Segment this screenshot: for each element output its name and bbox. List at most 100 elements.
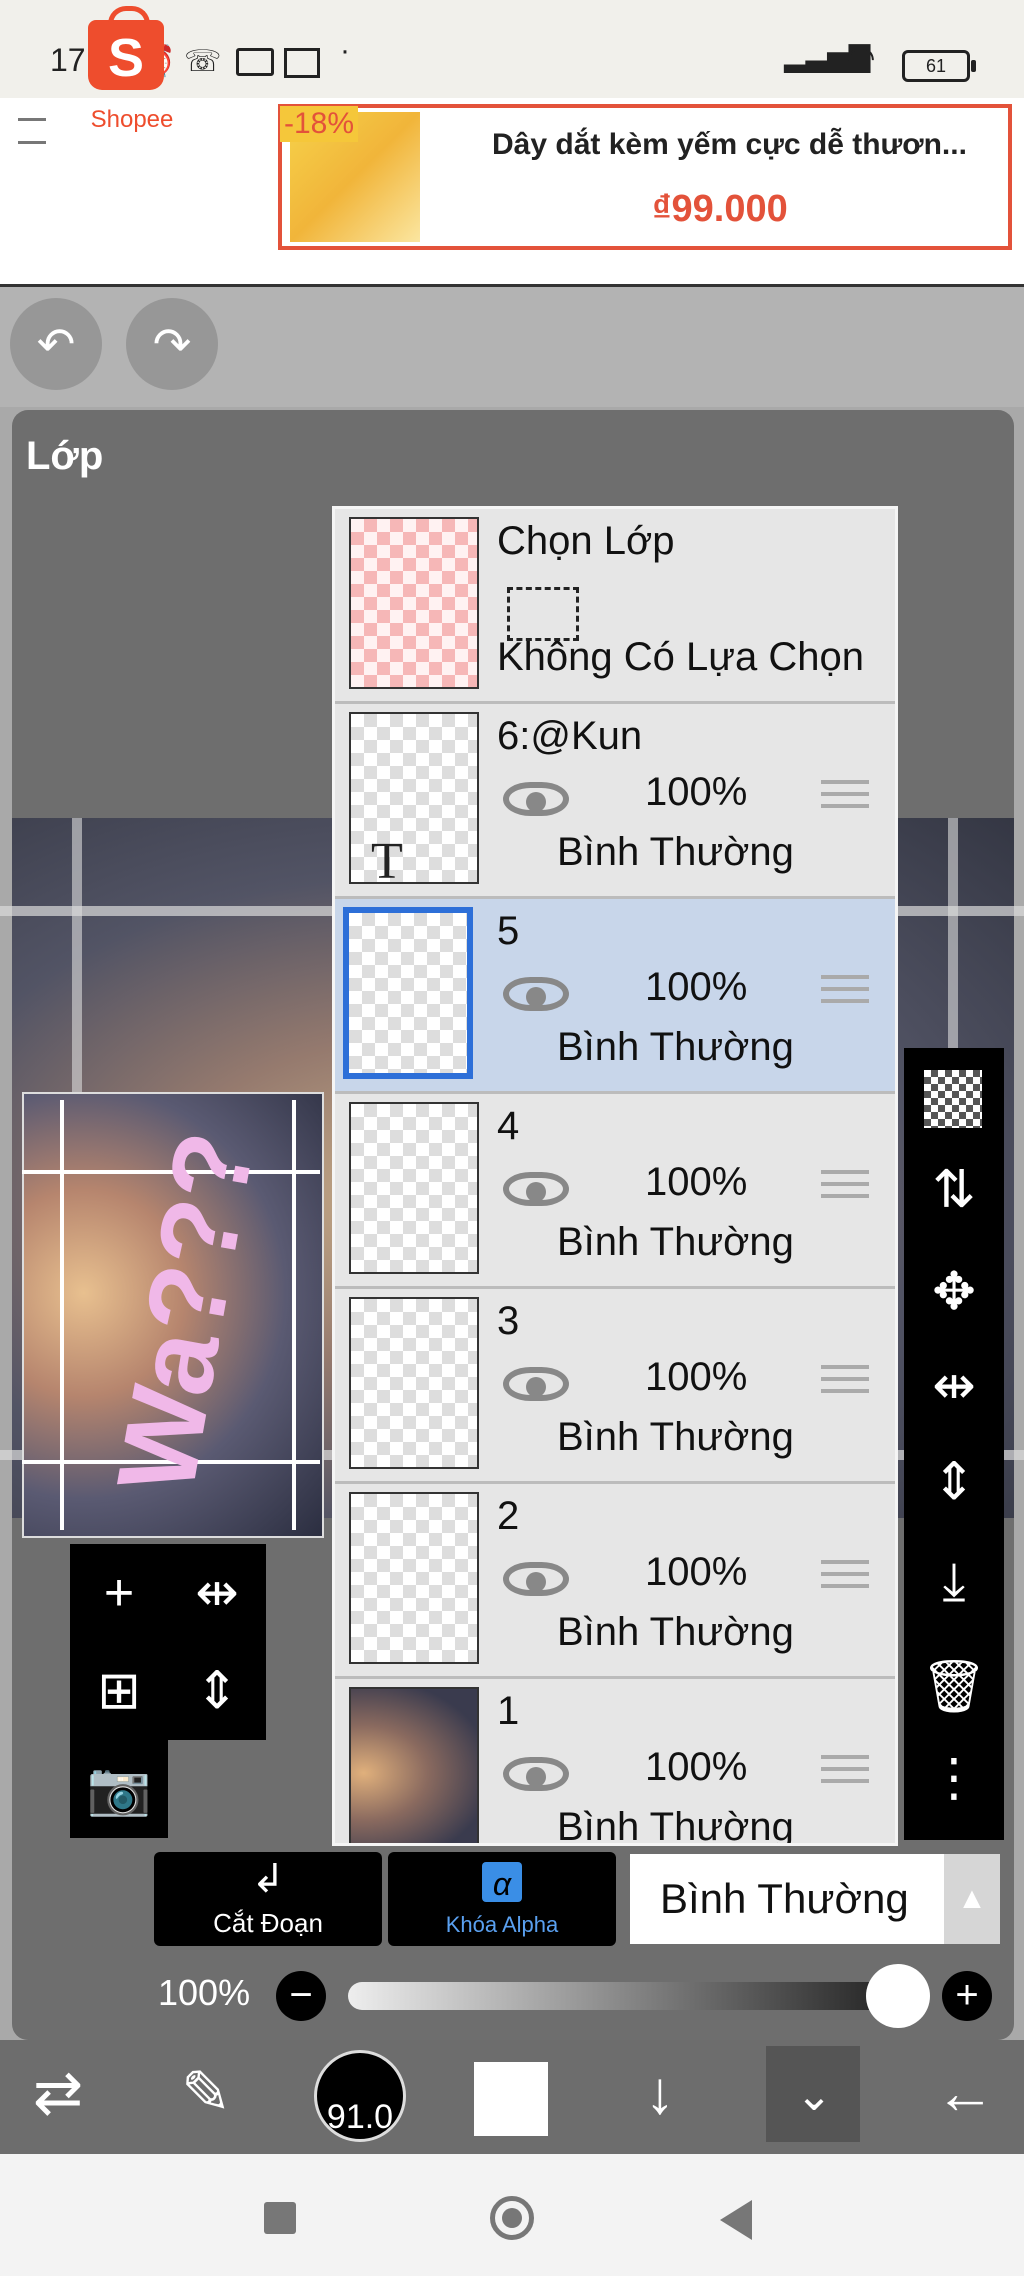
selection-title: Chọn Lớp — [497, 519, 675, 563]
ad-title[interactable]: Dây dắt kèm yếm cực dễ thươn... — [492, 128, 967, 162]
clipping-label: Cắt Đoạn — [213, 1908, 323, 1938]
eye-icon[interactable] — [503, 1562, 569, 1596]
trash-icon[interactable]: 🗑 — [904, 1656, 1004, 1717]
layer-opacity: 100% — [645, 1160, 748, 1204]
drag-handle-icon[interactable] — [821, 1755, 869, 1791]
opacity-decrease-button[interactable]: − — [276, 1971, 326, 2021]
layer-thumbnail — [349, 1687, 479, 1843]
brush-icon[interactable]: ✎ — [166, 2058, 246, 2128]
layer-blend-mode: Bình Thường — [557, 1415, 794, 1459]
eye-icon[interactable] — [503, 782, 569, 816]
camera-button[interactable]: 📷 — [70, 1740, 168, 1838]
alpha-lock-button[interactable]: α Khóa Alpha — [388, 1852, 616, 1946]
alpha-lock-label: Khóa Alpha — [445, 1912, 559, 1937]
brush-size-button[interactable]: 91.0 — [314, 2050, 406, 2142]
more-icon[interactable]: ⋮ — [904, 1748, 1004, 1808]
selection-status: Không Có Lựa Chọn — [497, 635, 865, 679]
transparency-icon[interactable] — [924, 1070, 982, 1128]
undo-button[interactable]: ↶ — [10, 298, 102, 390]
selection-layer-row[interactable]: Chọn Lớp Không Có Lựa Chọn — [335, 509, 895, 704]
layer-opacity: 100% — [645, 770, 748, 814]
layer-opacity: 100% — [645, 1745, 748, 1789]
ad-price[interactable]: ₫99.000 — [652, 188, 788, 231]
redo-button[interactable]: ↷ — [126, 298, 218, 390]
layer-blend-mode: Bình Thường — [557, 1610, 794, 1654]
layer-opacity: 100% — [645, 1550, 748, 1594]
layer-name: 1 — [497, 1689, 520, 1733]
opacity-label: 100% — [158, 1972, 251, 2013]
opacity-slider[interactable] — [348, 1982, 896, 2010]
flip-horizontal-icon[interactable]: ⇹ — [904, 1356, 1004, 1416]
selection-rect-icon — [507, 587, 579, 641]
layer-thumbnail — [349, 1102, 479, 1274]
blend-mode-select[interactable]: Bình Thường — [630, 1854, 944, 1944]
layer-name: 4 — [497, 1104, 520, 1148]
guide-line — [60, 1100, 64, 1530]
lock-icon: α — [482, 1862, 522, 1902]
discount-badge: -18% — [280, 106, 358, 142]
layer-thumbnail — [349, 1492, 479, 1664]
clipping-button[interactable]: ↲ Cắt Đoạn — [154, 1852, 382, 1946]
sim-icon — [236, 48, 274, 76]
merge-down-icon[interactable]: ⤓ — [904, 1552, 1004, 1613]
layer-row[interactable]: 3 100% Bình Thường — [335, 1289, 895, 1484]
selection-thumbnail — [349, 517, 479, 689]
battery-icon: 61 — [902, 50, 976, 82]
eye-icon[interactable] — [503, 1757, 569, 1791]
arrow-down-icon[interactable]: ↓ — [620, 2058, 700, 2127]
eye-icon[interactable] — [503, 1367, 569, 1401]
drag-handle-icon[interactable] — [821, 975, 869, 1011]
drag-handle-icon[interactable] — [821, 780, 869, 816]
add-copy-layer-button[interactable]: ⊞ — [70, 1642, 168, 1740]
layer-name: 3 — [497, 1299, 520, 1343]
missed-call-icon: ☏ — [184, 45, 222, 78]
eye-icon[interactable] — [503, 977, 569, 1011]
dot-icon: · — [340, 34, 350, 67]
layer-list[interactable]: Chọn Lớp Không Có Lựa Chọn T 6:@Kun 100%… — [332, 506, 898, 1846]
layer-blend-mode: Bình Thường — [557, 1220, 794, 1264]
transform-eraser-icon[interactable]: ⇄ — [18, 2058, 98, 2128]
chevron-up-icon[interactable]: ▲ — [944, 1854, 1000, 1944]
layer-opacity: 100% — [645, 965, 748, 1009]
drag-handle-icon[interactable] — [821, 1365, 869, 1401]
double-chevron-down-icon: ⌄ — [795, 2071, 833, 2120]
panel-title: Lớp — [26, 434, 104, 478]
opacity-slider-knob[interactable] — [866, 1964, 930, 2028]
layer-thumbnail: T — [349, 712, 479, 890]
drag-handle-icon[interactable] — [821, 1560, 869, 1596]
layer-row-selected[interactable]: 5 100% Bình Thường — [335, 899, 895, 1094]
text-layer-icon: T — [371, 833, 403, 890]
layer-name: 5 — [497, 909, 520, 953]
layer-thumbnail — [349, 1297, 479, 1469]
eye-icon[interactable] — [503, 1172, 569, 1206]
layer-name: 2 — [497, 1494, 520, 1538]
layer-row[interactable]: T 6:@Kun 100% Bình Thường — [335, 704, 895, 899]
layer-swap-icon[interactable]: ⇅ — [904, 1160, 1004, 1220]
layer-blend-mode: Bình Thường — [557, 830, 794, 874]
layer-opacity: 100% — [645, 1355, 748, 1399]
add-layer-button[interactable]: + — [70, 1544, 168, 1642]
opacity-increase-button[interactable]: + — [942, 1971, 992, 2021]
layer-row[interactable]: 1 100% Bình Thường — [335, 1679, 895, 1846]
drag-handle-icon[interactable] — [821, 1170, 869, 1206]
menu-icon[interactable] — [18, 118, 46, 144]
undo-icon: ↶ — [36, 318, 76, 370]
redo-icon: ↷ — [152, 318, 192, 370]
flip-vertical-icon[interactable]: ⇕ — [904, 1452, 1004, 1512]
wifi-icon: ◠ — [846, 39, 876, 77]
home-icon[interactable] — [490, 2196, 534, 2240]
layer-thumbnail — [343, 907, 473, 1079]
layer-row[interactable]: 4 100% Bình Thường — [335, 1094, 895, 1289]
back-arrow-icon[interactable]: ← — [920, 2058, 1010, 2127]
move-icon[interactable]: ✥ — [904, 1262, 1004, 1322]
color-swatch[interactable] — [474, 2062, 548, 2136]
layer-row[interactable]: 2 100% Bình Thường — [335, 1484, 895, 1679]
layer-name: 6:@Kun — [497, 714, 643, 758]
shopee-bag-icon[interactable]: S — [88, 6, 164, 90]
recent-apps-icon[interactable] — [264, 2202, 296, 2234]
layer-blend-mode: Bình Thường — [557, 1805, 794, 1846]
calendar-icon — [284, 48, 320, 78]
flip-horizontal-button[interactable]: ⇹ — [168, 1544, 266, 1642]
back-icon[interactable] — [720, 2200, 752, 2240]
flip-vertical-button[interactable]: ⇕ — [168, 1642, 266, 1740]
